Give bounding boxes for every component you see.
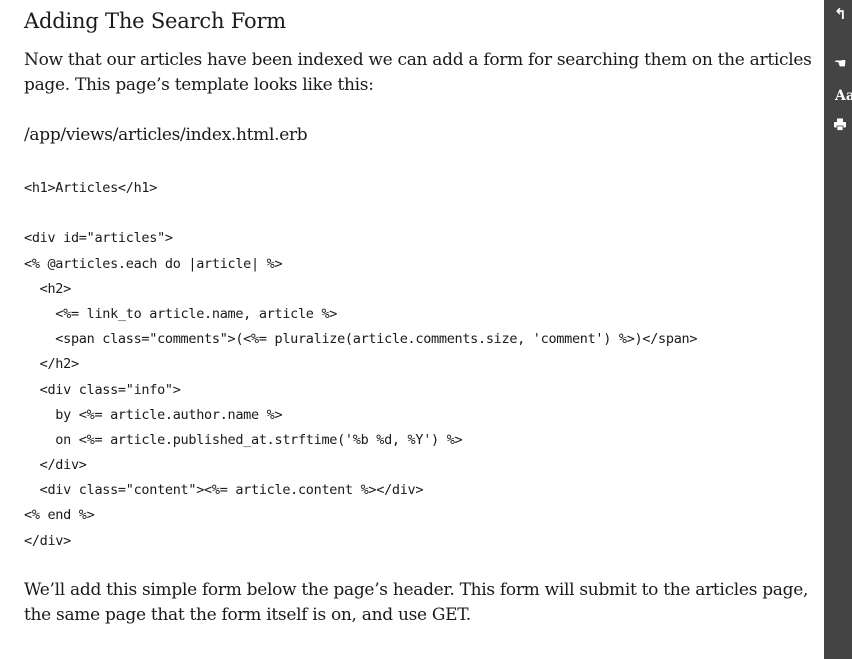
font-size-icon[interactable]: Aa <box>835 88 852 104</box>
code-file-path: /app/views/articles/index.html.erb <box>24 125 308 145</box>
code-line: <h1>Articles</h1> <box>24 180 158 196</box>
code-line: <div class="info"> <box>24 381 181 398</box>
code-line: <% end %> <box>24 507 95 524</box>
code-block: <h1>Articles</h1> <div id="articles"> <% @… <box>24 176 697 554</box>
code-line: on <%= article.published_at.strftime('%b… <box>24 431 463 448</box>
code-line: by <%= article.author.name %> <box>24 406 283 423</box>
code-line: </div> <box>24 457 87 474</box>
code-line: <h2> <box>24 280 72 297</box>
code-line: <div class="content"><%= article.content… <box>24 482 424 499</box>
code-line: </h2> <box>24 356 79 373</box>
outro-paragraph: We’ll add this simple form below the pag… <box>24 580 809 625</box>
code-line: </div> <box>24 532 71 549</box>
back-arrow-icon[interactable]: ↰ <box>834 6 847 22</box>
page-title: Adding The Search Form <box>24 9 286 33</box>
print-icon[interactable] <box>834 118 846 131</box>
printer-icon-graphic <box>834 118 846 131</box>
hand-icon[interactable]: ☚ <box>834 56 847 72</box>
code-line: <%= link_to article.name, article %> <box>24 305 338 322</box>
code-line: <div id="articles"> <box>24 230 173 247</box>
code-line: <span class="comments">(<%= pluralize(ar… <box>24 331 698 348</box>
reader-sidebar: ↰ ☚ Aa <box>824 0 852 659</box>
intro-paragraph: Now that our articles have been indexed … <box>24 50 812 95</box>
code-line: <% @articles.each do |article| %> <box>24 255 283 272</box>
